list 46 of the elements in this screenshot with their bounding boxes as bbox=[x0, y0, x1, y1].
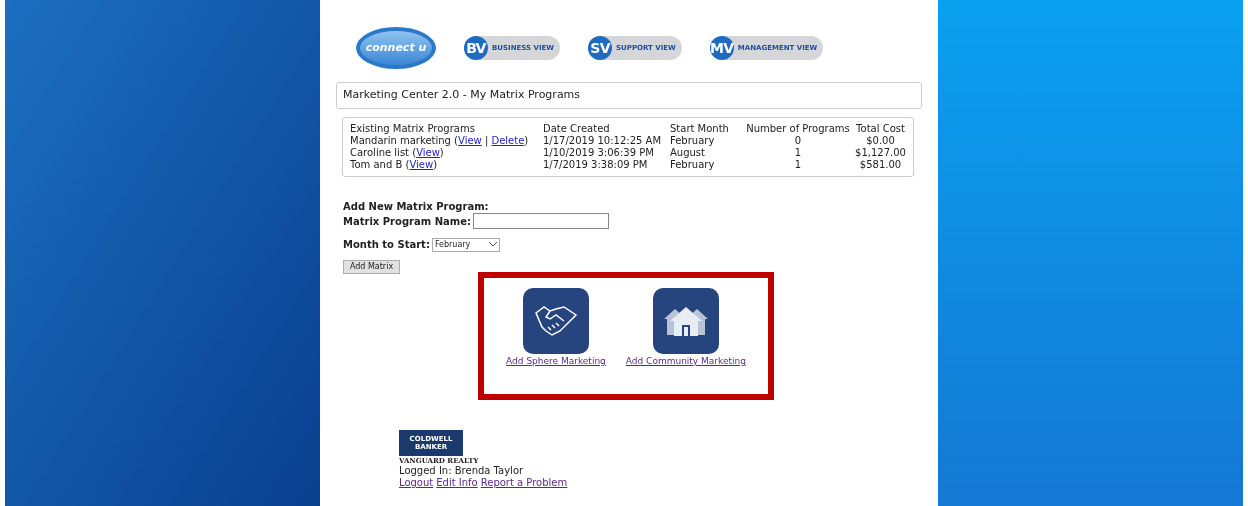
table-cell-text: 1/17/2019 10:12:25 AM bbox=[543, 135, 662, 147]
table-cell-text: 1 bbox=[793, 147, 803, 159]
table-cell: ) bbox=[433, 159, 438, 170]
form-heading: Add New Matrix Program: bbox=[343, 201, 490, 213]
marketing-tile[interactable] bbox=[652, 288, 719, 354]
footer-link[interactable]: Report a Problem bbox=[480, 477, 568, 489]
table-cell-text: February bbox=[670, 159, 716, 171]
table-link[interactable]: View bbox=[416, 147, 440, 158]
table-cell: ) bbox=[524, 135, 529, 146]
table-cell-text: 1/7/2019 3:38:09 PM bbox=[543, 159, 649, 171]
page-title: Marketing Center 2.0 - My Matrix Programs bbox=[336, 82, 922, 109]
column-header: Existing Matrix Programs bbox=[350, 123, 476, 135]
marketing-tile[interactable] bbox=[522, 288, 589, 354]
input-field[interactable] bbox=[472, 213, 609, 229]
column-header: Start Month bbox=[670, 123, 730, 135]
table-cell: Caroline list ( bbox=[350, 147, 417, 158]
table-cell-text: February bbox=[670, 135, 716, 147]
column-header: Number of Programs bbox=[745, 123, 851, 135]
table-cell-text: August bbox=[670, 147, 706, 159]
table-cell: Mandarin marketing ( bbox=[350, 135, 458, 146]
marketing-link[interactable]: Add Sphere Marketing bbox=[506, 355, 606, 369]
field-label: Matrix Program Name: bbox=[343, 214, 471, 229]
table-cell-text: 1/10/2019 3:06:39 PM bbox=[543, 147, 655, 159]
table-cell-text: 1 bbox=[793, 159, 803, 171]
table-cell-text: $581.00 bbox=[858, 159, 903, 171]
add-matrix-button[interactable]: Add Matrix bbox=[343, 260, 400, 274]
column-header: Total Cost bbox=[855, 123, 906, 135]
table-cell-text: 0 bbox=[793, 135, 803, 147]
table-cell: $1,127.00 bbox=[855, 147, 906, 159]
column-header: Date Created bbox=[543, 123, 611, 135]
table-cell-text: | bbox=[483, 135, 490, 146]
field-label: Month to Start: bbox=[343, 238, 430, 252]
footer-link[interactable]: Logout bbox=[399, 477, 434, 489]
table-cell-text: $0.00 bbox=[865, 135, 896, 147]
marketing-link[interactable]: Add Community Marketing bbox=[625, 355, 746, 369]
table-link[interactable]: View bbox=[409, 159, 434, 170]
month-dropdown[interactable]: February bbox=[431, 237, 500, 252]
footer-link[interactable]: Edit Info bbox=[436, 477, 478, 489]
connect-u-logo: connect u bbox=[356, 27, 436, 69]
chevron-icon bbox=[488, 242, 497, 247]
handshake-icon bbox=[533, 303, 578, 339]
table-cell: Tom and B ( bbox=[350, 159, 410, 170]
logged-in-text: Logged In: Brenda Taylor bbox=[399, 465, 525, 477]
table-link[interactable]: Delete bbox=[491, 135, 525, 146]
table-link[interactable]: View bbox=[458, 135, 482, 146]
table-cell: ) bbox=[439, 147, 444, 158]
